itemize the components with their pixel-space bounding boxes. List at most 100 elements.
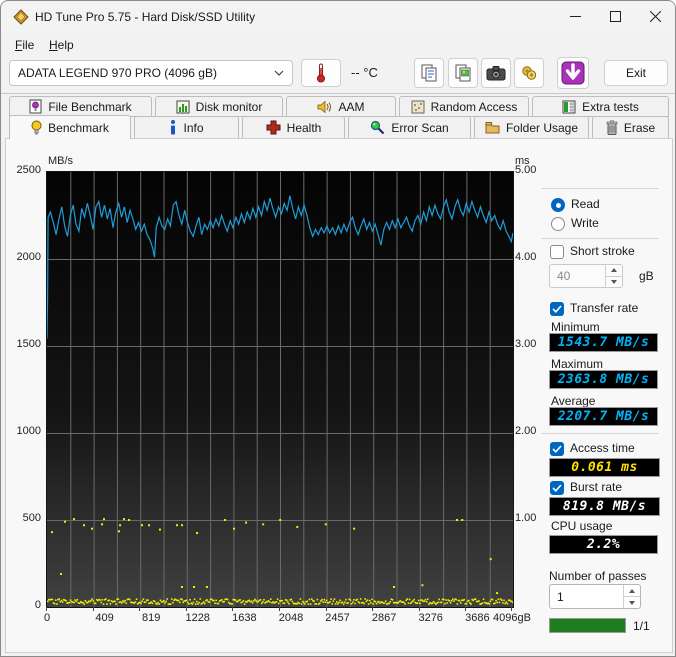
- short-stroke-size-spinner[interactable]: 40: [549, 264, 623, 288]
- save-results-button[interactable]: [557, 57, 589, 89]
- burst-rate-value-display: 819.8 MB/s: [549, 497, 660, 516]
- drive-select-dropdown[interactable]: ADATA LEGEND 970 PRO (4096 gB): [9, 60, 293, 86]
- up-arrow-icon: [629, 588, 635, 593]
- copy-text-button[interactable]: [414, 58, 444, 88]
- app-icon: [13, 9, 29, 25]
- read-label: Read: [571, 197, 600, 211]
- check-icon: [552, 305, 562, 313]
- screenshot-button[interactable]: [481, 58, 511, 88]
- progress-fill: [550, 619, 625, 632]
- tab-health[interactable]: Health: [242, 116, 345, 139]
- temperature-button[interactable]: [301, 59, 341, 87]
- tab-info[interactable]: Info: [134, 116, 239, 139]
- spin-up-button[interactable]: [606, 265, 622, 277]
- tab-label: AAM: [338, 99, 365, 114]
- tab-extra-tests[interactable]: Extra tests: [532, 96, 669, 117]
- tick-mark: [46, 607, 47, 611]
- tab-error-scan[interactable]: Error Scan: [348, 116, 471, 139]
- short-stroke-label: Short stroke: [570, 244, 635, 258]
- app-window: HD Tune Pro 5.75 - Hard Disk/SSD Utility…: [0, 0, 676, 657]
- camera-icon: [486, 66, 506, 81]
- menu-file[interactable]: FFileile: [9, 36, 40, 54]
- axis-tick-label: 2048: [278, 612, 304, 624]
- tab-folder-usage[interactable]: Folder Usage: [474, 116, 589, 139]
- write-radio[interactable]: [551, 217, 565, 231]
- drive-select-value: ADATA LEGEND 970 PRO (4096 gB): [18, 66, 217, 80]
- spin-down-button[interactable]: [606, 277, 622, 288]
- axis-tick-label: 1638: [232, 612, 257, 624]
- tab-aam[interactable]: AAM: [286, 96, 396, 117]
- check-icon: [552, 484, 562, 492]
- close-button[interactable]: [635, 1, 675, 32]
- menu-help[interactable]: Help: [43, 36, 80, 54]
- read-radio[interactable]: [551, 198, 565, 212]
- transfer-rate-label: Transfer rate: [570, 301, 639, 315]
- progress-bar: [549, 618, 626, 633]
- write-label: Write: [571, 216, 599, 230]
- tab-random-access[interactable]: Random Access: [399, 96, 529, 117]
- info-icon: [171, 120, 176, 135]
- minimize-icon: [569, 16, 581, 17]
- health-cross-icon: [266, 120, 281, 135]
- tick-mark: [139, 607, 141, 611]
- transfer-rate-checkbox[interactable]: [550, 302, 564, 316]
- close-icon: [649, 11, 661, 22]
- tick-mark: [92, 607, 94, 611]
- tab-label: Error Scan: [391, 120, 449, 135]
- maximum-label: Maximum: [551, 357, 604, 371]
- copy-image-button[interactable]: [448, 58, 478, 88]
- title-bar: HD Tune Pro 5.75 - Hard Disk/SSD Utility: [1, 1, 675, 33]
- axis-tick-label: 0: [44, 612, 51, 624]
- copy-image-icon: [455, 64, 471, 82]
- maximize-button[interactable]: [595, 1, 635, 32]
- tab-label: Folder Usage: [505, 120, 579, 135]
- passes-spinner[interactable]: 1: [549, 584, 641, 609]
- error-scan-magnifier-icon: [371, 120, 385, 135]
- short-stroke-size-value: 40: [557, 269, 571, 283]
- access-time-label: Access time: [570, 441, 635, 455]
- toolbar-separator: [1, 93, 675, 94]
- spin-up-button[interactable]: [624, 585, 640, 597]
- burst-rate-checkbox[interactable]: [550, 481, 564, 495]
- minimize-button[interactable]: [555, 1, 595, 32]
- tick-mark: [465, 607, 467, 611]
- axis-tick-label: 1000: [16, 425, 41, 437]
- x-axis-tick-marks: [46, 607, 512, 612]
- passes-value: 1: [557, 589, 564, 604]
- tab-label: Info: [183, 120, 204, 135]
- maximize-icon: [609, 11, 621, 22]
- tab-erase[interactable]: Erase: [592, 116, 669, 139]
- axis-tick-label: 2457: [325, 612, 350, 624]
- tick-mark: [279, 607, 280, 611]
- minimum-value-display: 1543.7 MB/s: [549, 333, 658, 352]
- average-value-display: 2207.7 MB/s: [549, 407, 658, 426]
- down-arrow-icon: [629, 600, 635, 605]
- axis-tick-label: 2867: [371, 612, 397, 624]
- down-arrow-icon: [561, 61, 585, 85]
- tab-label: Erase: [623, 120, 656, 135]
- options-button[interactable]: [514, 58, 544, 88]
- short-stroke-checkbox[interactable]: [550, 245, 564, 259]
- temperature-readout: -- °C: [351, 65, 378, 80]
- average-label: Average: [551, 394, 596, 408]
- y-left-axis-title: MB/s: [48, 155, 74, 167]
- random-access-icon: [411, 100, 425, 113]
- axis-tick-label: 4096gB: [493, 612, 531, 624]
- spin-down-button[interactable]: [624, 597, 640, 608]
- exit-button[interactable]: Exit: [604, 60, 668, 86]
- axis-tick-label: 1500: [16, 338, 41, 350]
- axis-tick-label: 5.00: [515, 164, 537, 176]
- axis-tick-label: 0: [34, 599, 41, 611]
- access-time-checkbox[interactable]: [550, 442, 564, 456]
- tab-file-benchmark[interactable]: File Benchmark: [9, 96, 152, 117]
- tab-disk-monitor[interactable]: Disk monitor: [155, 96, 283, 117]
- axis-tick-label: 1.00: [515, 512, 537, 524]
- cpu-usage-label: CPU usage: [551, 519, 613, 533]
- axis-tick-label: 3.00: [515, 338, 537, 350]
- folder-icon: [485, 122, 500, 134]
- tab-benchmark[interactable]: Benchmark: [9, 115, 131, 139]
- separator: [541, 433, 659, 434]
- axis-tick-label: 3276: [418, 612, 443, 624]
- short-stroke-unit: gB: [639, 269, 654, 283]
- options-gear-icon: [522, 66, 537, 80]
